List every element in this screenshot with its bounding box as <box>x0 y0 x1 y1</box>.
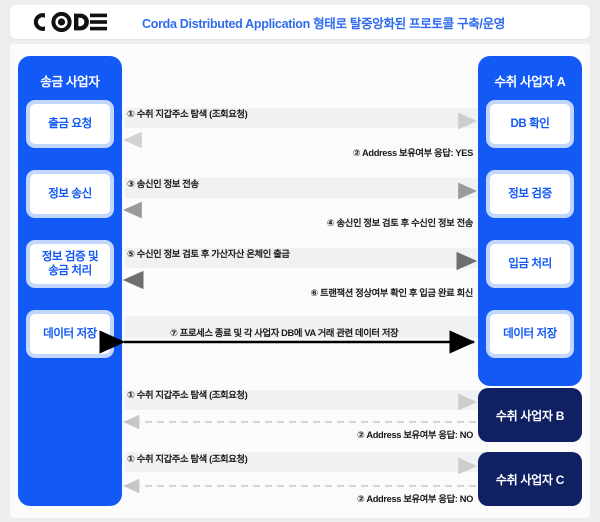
node-right-2[interactable]: 입금 처리 <box>486 240 574 288</box>
message-label-5: ⑤ 수신인 정보 검토 후 가산자산 온체인 출금 <box>127 249 290 259</box>
node-right-1[interactable]: 정보 검증 <box>486 170 574 218</box>
node-left-1[interactable]: 정보 송신 <box>26 170 114 218</box>
message-label-2: ② Address 보유여부 응답: YES <box>352 148 474 158</box>
message-label-8: ① 수취 지갑주소 탐색 (조회요청) <box>127 390 248 400</box>
page-title: Corda Distributed Application 형태로 탈중앙화된 … <box>142 16 505 31</box>
actor-receiver-b[interactable]: 수취 사업자 B <box>478 388 582 442</box>
diagram-canvas: 송금 사업자 출금 요청 정보 송신 정보 검증 및 송금 처리 데이터 저장 … <box>10 44 590 518</box>
actor-title-receiver-a: 수취 사업자 A <box>494 75 566 89</box>
message-label-3: ③ 송신인 정보 전송 <box>127 179 199 189</box>
actor-title-sender: 송금 사업자 <box>40 75 100 89</box>
message-label-4: ④ 송신인 정보 검토 후 수신인 정보 전송 <box>326 218 474 228</box>
message-label-9: ② Address 보유여부 응답: NO <box>356 430 473 440</box>
code-logo-icon <box>32 12 110 32</box>
node-right-3[interactable]: 데이터 저장 <box>486 310 574 358</box>
message-label-11: ② Address 보유여부 응답: NO <box>356 494 473 504</box>
message-label-6: ⑥ 트랜잭션 정상여부 확인 후 입금 완료 회신 <box>310 288 473 298</box>
node-left-2[interactable]: 정보 검증 및 송금 처리 <box>26 240 114 288</box>
node-right-0[interactable]: DB 확인 <box>486 100 574 148</box>
message-label-10: ① 수취 지갑주소 탐색 (조회요청) <box>127 454 248 464</box>
message-label-1: ① 수취 지갑주소 탐색 (조회요청) <box>127 109 248 119</box>
actor-receiver-c[interactable]: 수취 사업자 C <box>478 452 582 506</box>
message-label-7: ⑦ 프로세스 종료 및 각 사업자 DB에 VA 거래 관련 데이터 저장 <box>170 328 399 338</box>
node-left-0[interactable]: 출금 요청 <box>26 100 114 148</box>
node-left-3[interactable]: 데이터 저장 <box>26 310 114 358</box>
page-header: Corda Distributed Application 형태로 탈중앙화된 … <box>10 5 590 39</box>
